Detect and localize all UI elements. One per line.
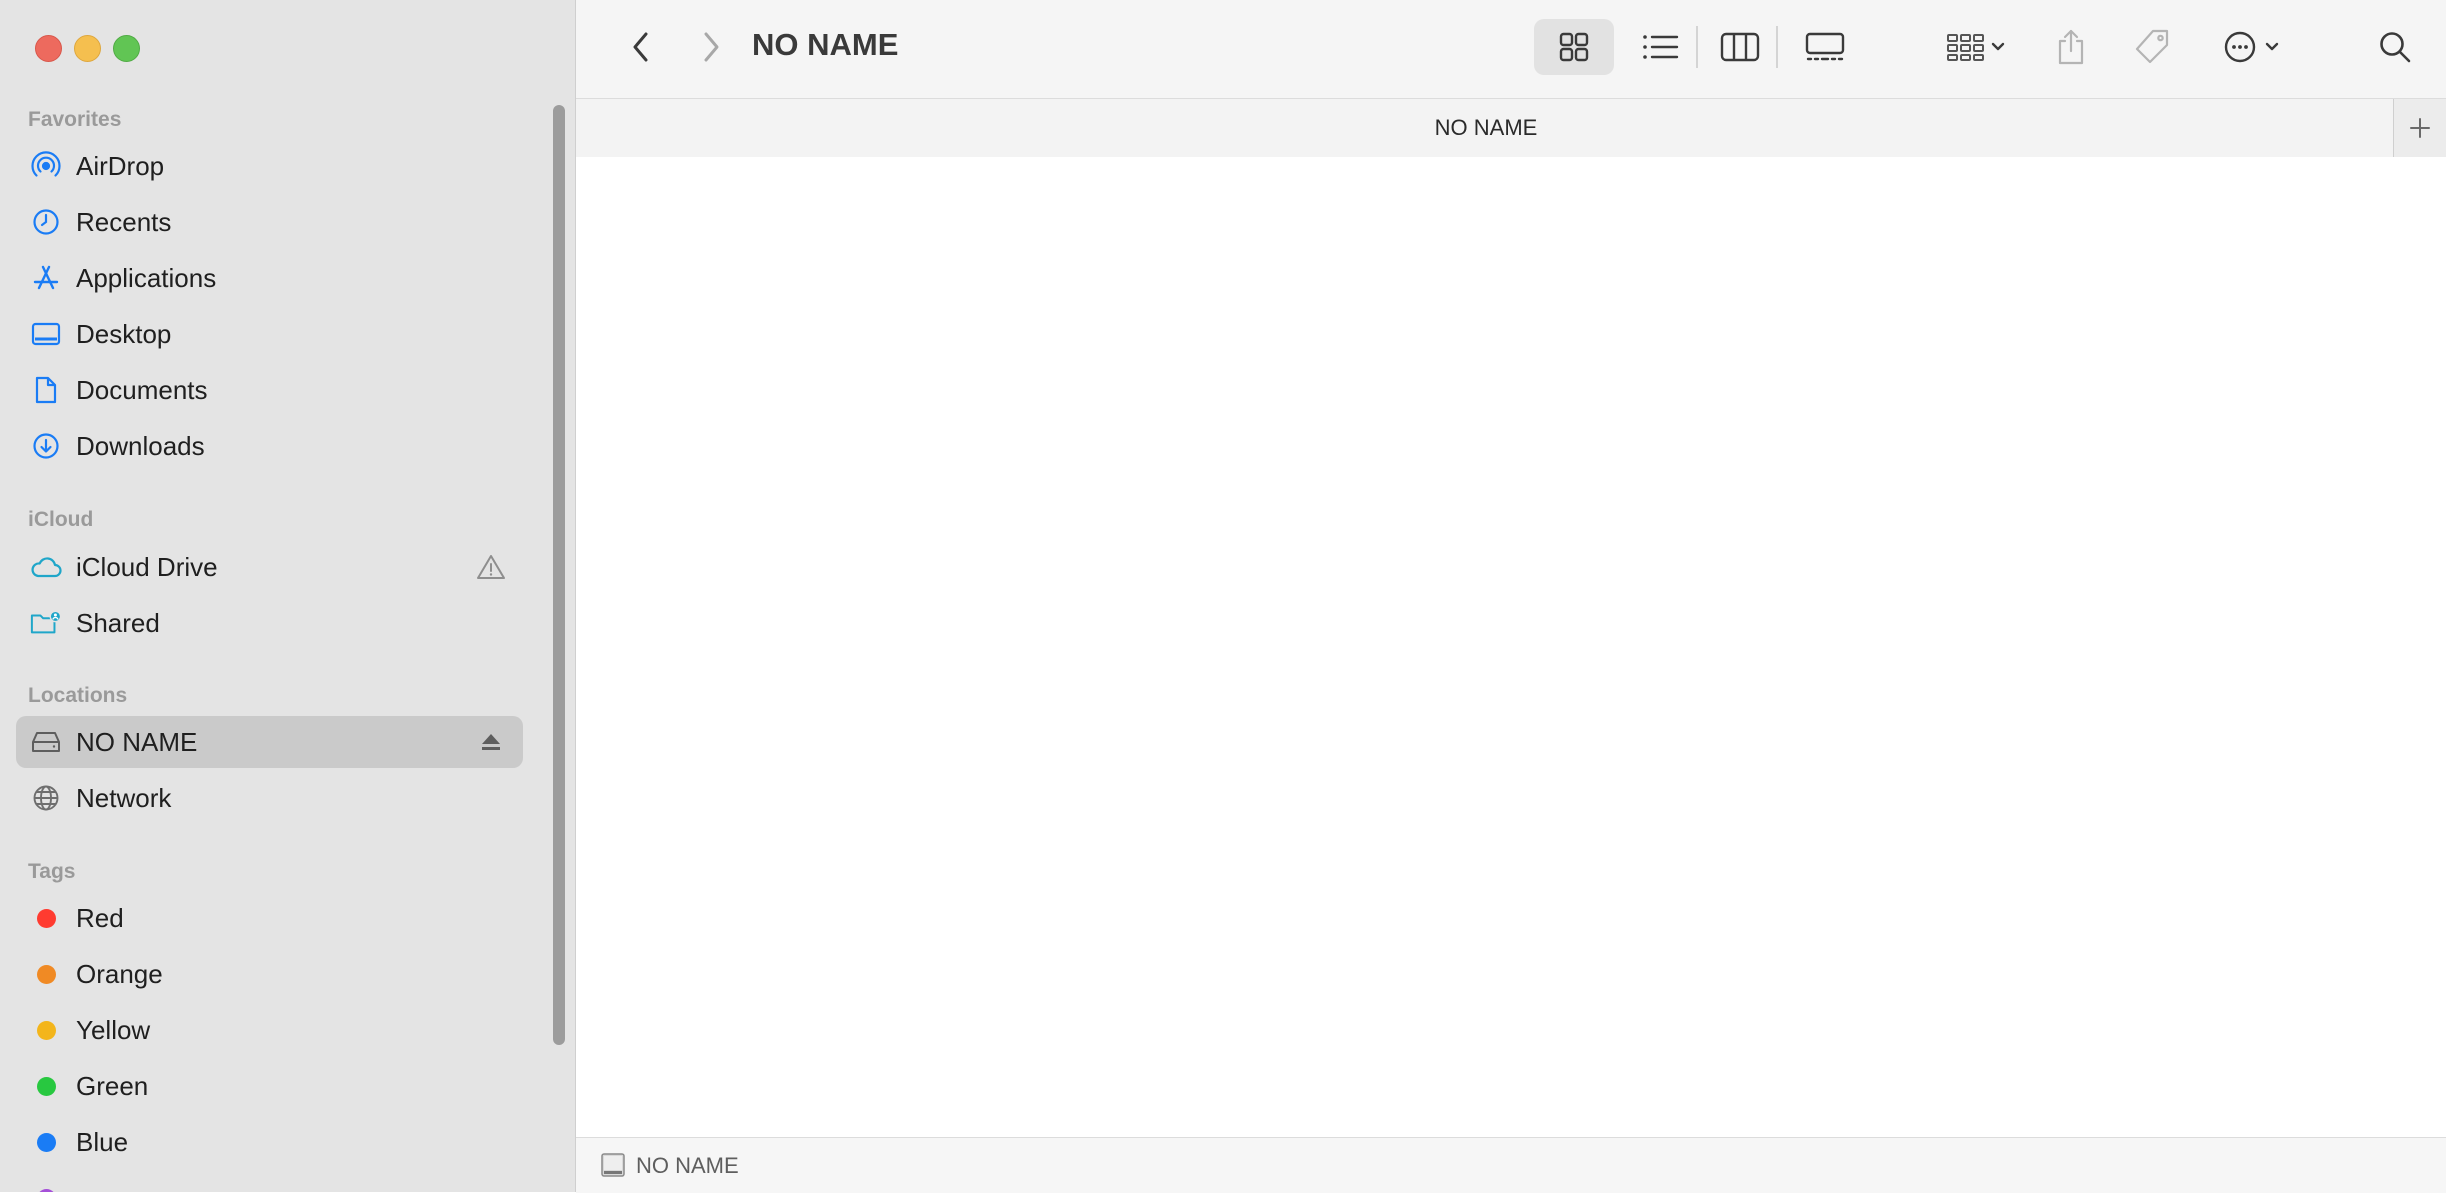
drive-icon (600, 1152, 626, 1183)
sidebar-item-desktop[interactable]: Desktop (16, 308, 523, 360)
sidebar-item-label: Green (76, 1070, 149, 1101)
more-icon (2224, 31, 2279, 63)
sidebar: Favorites AirDrop Recents Applications D… (0, 0, 576, 1192)
column-view-icon (1720, 32, 1760, 62)
sidebar-item-label: Applications (76, 262, 217, 293)
path-bar-label[interactable]: NO NAME (636, 1153, 739, 1179)
icon-view-button[interactable] (1534, 19, 1614, 75)
sidebar-item-label: Blue (76, 1126, 129, 1157)
warning-icon[interactable] (475, 551, 507, 583)
sidebar-item-label: Shared (76, 607, 160, 638)
window-title: NO NAME (752, 27, 899, 62)
sidebar-item-tag-blue[interactable]: Blue (16, 1116, 523, 1168)
toolbar: NO NAME (576, 0, 2446, 98)
document-icon (30, 374, 62, 406)
sidebar-item-tag-purple-partial[interactable] (16, 1172, 523, 1192)
new-tab-button[interactable] (2393, 99, 2446, 157)
sidebar-item-label: Documents (76, 374, 208, 405)
tag-dot (36, 964, 56, 984)
plus-icon (2410, 118, 2430, 138)
share-button[interactable] (2046, 19, 2096, 75)
section-header-locations: Locations (28, 684, 128, 707)
file-browser-area[interactable] (576, 157, 2446, 1137)
sidebar-item-applications[interactable]: Applications (16, 252, 523, 304)
toolbar-separator (1696, 26, 1698, 68)
section-header-favorites: Favorites (28, 108, 122, 131)
tab-title[interactable]: NO NAME (576, 115, 2396, 141)
sidebar-item-label: Orange (76, 958, 163, 989)
tag-dot (36, 908, 56, 928)
forward-icon (704, 32, 719, 62)
sidebar-item-icloud-drive[interactable]: iCloud Drive (16, 541, 523, 593)
gallery-view-button[interactable] (1790, 19, 1860, 75)
sidebar-item-airdrop[interactable]: AirDrop (16, 140, 523, 192)
search-button[interactable] (2370, 19, 2420, 75)
section-header-icloud: iCloud (28, 508, 94, 531)
sidebar-item-label: Yellow (76, 1014, 151, 1045)
tab-bar: NO NAME (576, 98, 2446, 158)
minimize-window-button[interactable] (74, 35, 101, 62)
group-button[interactable] (1936, 19, 2016, 75)
back-button[interactable] (616, 19, 666, 75)
applications-icon (30, 262, 62, 294)
tag-dot (36, 1076, 56, 1096)
tag-icon (2135, 29, 2169, 64)
sidebar-item-shared[interactable]: Shared (16, 597, 523, 649)
share-icon (2058, 29, 2084, 65)
column-view-button[interactable] (1710, 19, 1770, 75)
search-icon (2380, 32, 2411, 63)
sidebar-item-recents[interactable]: Recents (16, 196, 523, 248)
sidebar-item-label: iCloud Drive (76, 551, 218, 582)
sidebar-item-tag-red[interactable]: Red (16, 892, 523, 944)
back-icon (633, 32, 648, 62)
forward-button[interactable] (686, 19, 736, 75)
tag-dot (36, 1132, 56, 1152)
list-view-button[interactable] (1630, 19, 1690, 75)
sidebar-item-network[interactable]: Network (16, 772, 523, 824)
icon-view-icon (1559, 32, 1589, 62)
sidebar-item-label: Downloads (76, 430, 205, 461)
toolbar-separator (1776, 26, 1778, 68)
tag-dot (36, 1188, 56, 1192)
gallery-view-icon (1805, 32, 1845, 61)
close-window-button[interactable] (35, 35, 62, 62)
zoom-window-button[interactable] (113, 35, 140, 62)
sidebar-scrollbar[interactable] (553, 105, 565, 1045)
globe-icon (30, 782, 62, 814)
list-view-icon (1643, 35, 1679, 59)
sidebar-item-label: Network (76, 782, 172, 813)
sidebar-item-label: AirDrop (76, 150, 165, 181)
download-icon (30, 430, 62, 462)
sidebar-item-tag-orange[interactable]: Orange (16, 948, 523, 1000)
sidebar-item-tag-green[interactable]: Green (16, 1060, 523, 1112)
desktop-icon (30, 318, 62, 350)
drive-icon (30, 726, 62, 758)
sidebar-item-documents[interactable]: Documents (16, 364, 523, 416)
section-header-tags: Tags (28, 860, 76, 883)
group-icon (1947, 34, 2005, 61)
path-bar: NO NAME (576, 1137, 2446, 1193)
cloud-icon (30, 551, 62, 583)
sidebar-item-no-name[interactable]: NO NAME (16, 716, 523, 768)
more-actions-button[interactable] (2216, 19, 2296, 75)
shared-folder-icon (30, 607, 62, 639)
main-pane: NO NAME NO NAME NO NAME (576, 0, 2446, 1193)
eject-icon[interactable] (475, 726, 507, 758)
clock-icon (30, 206, 62, 238)
tag-button[interactable] (2124, 19, 2180, 75)
sidebar-item-label: NO NAME (76, 726, 198, 757)
airdrop-icon (30, 150, 62, 182)
tag-dot (36, 1020, 56, 1040)
sidebar-item-downloads[interactable]: Downloads (16, 420, 523, 472)
sidebar-item-tag-yellow[interactable]: Yellow (16, 1004, 523, 1056)
sidebar-item-label: Desktop (76, 318, 172, 349)
sidebar-item-label: Recents (76, 206, 172, 237)
sidebar-item-label: Red (76, 902, 124, 933)
